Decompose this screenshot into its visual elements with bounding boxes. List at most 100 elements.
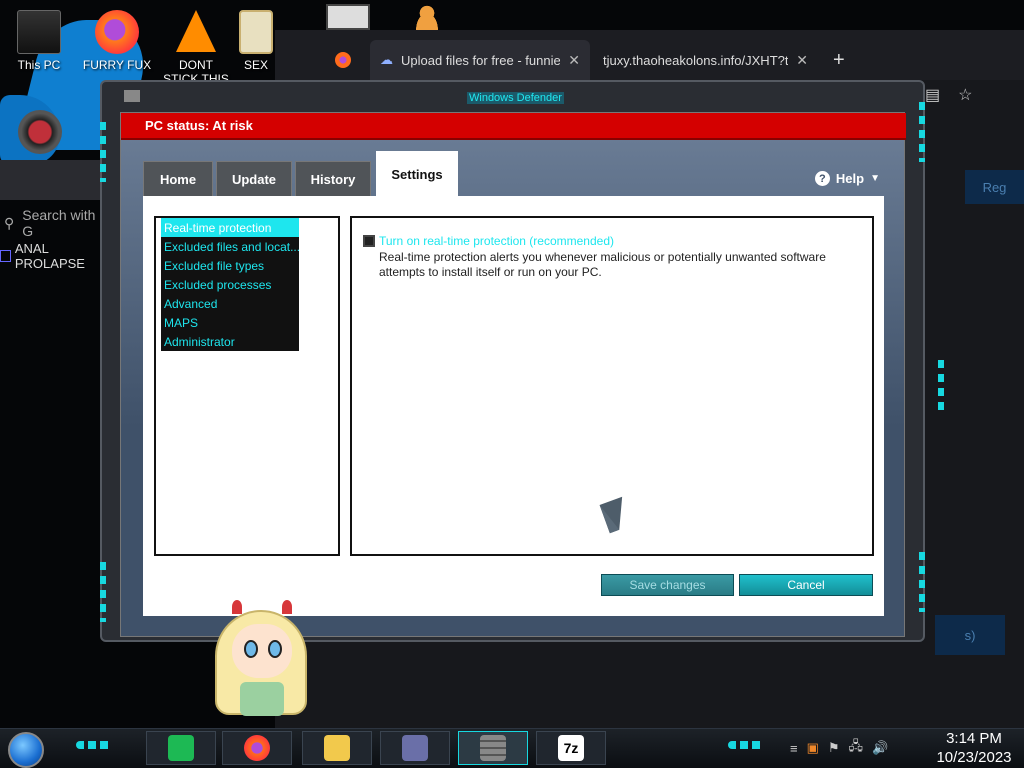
firefox-icon — [335, 52, 351, 68]
tray-chevron-icon[interactable]: ≡ — [790, 741, 798, 756]
desktop-icon-label: SEX — [243, 58, 268, 72]
close-tab-icon[interactable]: ✕ — [796, 52, 808, 69]
tab-upload-files[interactable]: ☁ Upload files for free - funnies.zi ✕ — [370, 40, 590, 80]
window-icon — [124, 90, 140, 102]
status-bar: PC status: At risk — [121, 113, 906, 140]
sidebar-item-maps[interactable]: MAPS — [161, 313, 299, 332]
status-text: PC status: At risk — [145, 118, 253, 133]
taskbar-app-firefox[interactable] — [222, 731, 292, 765]
7zip-icon: 7z — [558, 735, 584, 761]
taskbar-app-file-explorer[interactable] — [302, 731, 372, 765]
star-butterfly-character — [210, 600, 315, 730]
network-icon[interactable]: 🖧 — [849, 737, 864, 759]
realtime-description: Real-time protection alerts you whenever… — [379, 250, 826, 279]
sidebar-item-excluded-types[interactable]: Excluded file types — [161, 256, 299, 275]
tab-title: tjuxy.thaoheakolons.info/JXHT?tag... — [603, 52, 789, 68]
spotify-icon — [168, 735, 194, 761]
new-tab-button[interactable]: + — [823, 40, 853, 80]
red-orb-icon — [18, 110, 62, 154]
behind-search-field[interactable]: ⚲ Search with G — [0, 205, 110, 241]
file-explorer-icon — [324, 735, 350, 761]
taskbar-app-control-panel[interactable] — [380, 731, 450, 765]
save-changes-button[interactable]: Save changes — [601, 574, 734, 596]
result-icon — [0, 250, 11, 262]
devil-horn — [232, 600, 242, 614]
taskbar-decoration — [728, 741, 764, 749]
tray-flag-icon[interactable]: ⚑ — [828, 740, 840, 756]
taskbar-app-spotify[interactable] — [146, 731, 216, 765]
volume-icon[interactable]: 🔊 — [872, 740, 888, 756]
tab-home[interactable]: Home — [143, 161, 213, 197]
reader-view-icon[interactable]: ▤ — [925, 85, 940, 105]
browser-toolbar: ▤ ☆ — [925, 85, 972, 105]
document-icon — [239, 10, 273, 54]
settings-sidebar-list: Real-time protection Excluded files and … — [161, 218, 299, 351]
character-eye — [268, 640, 282, 658]
sidebar-item-realtime-protection[interactable]: Real-time protection — [161, 218, 299, 237]
clock-time: 3:14 PM — [946, 730, 1002, 747]
tab-tjuxy[interactable]: tjuxy.thaoheakolons.info/JXHT?tag... ✕ — [593, 40, 818, 80]
vlc-icon — [176, 10, 216, 52]
browser-tab-bar: ☁ Upload files for free - funnies.zi ✕ t… — [275, 30, 1024, 80]
desktop-icon-this-pc[interactable]: This PC — [4, 10, 74, 72]
close-tab-icon[interactable]: ✕ — [568, 52, 580, 69]
frame-decoration — [919, 552, 925, 612]
screen: This PC FURRY FUX DONT STICK THIS IN YO … — [0, 0, 1024, 768]
tab-firefox[interactable] — [325, 40, 365, 80]
help-label: Help — [835, 171, 865, 186]
sidebar-item-excluded-files[interactable]: Excluded files and locat... — [161, 237, 299, 256]
devil-horn — [282, 600, 292, 614]
chevron-down-icon: ▼ — [870, 173, 880, 184]
result-label: ANAL PROLAPSE — [14, 241, 85, 271]
search-icon: ⚲ — [4, 214, 15, 231]
desktop-icon-label: FURRY FUX — [82, 58, 152, 72]
desktop-icon-ball[interactable] — [16, 110, 64, 158]
frame-decoration — [100, 562, 106, 622]
cloud-icon: ☁ — [380, 52, 393, 67]
desktop-icon-furry-fux[interactable]: FURRY FUX — [82, 10, 152, 72]
tab-update[interactable]: Update — [216, 161, 292, 197]
tray-app-icon[interactable]: ▣ — [807, 740, 819, 756]
frame-decoration — [919, 102, 925, 162]
control-panel-icon — [402, 735, 428, 761]
sidebar-item-administrator[interactable]: Administrator — [161, 332, 299, 351]
behind-s-button[interactable]: s) — [935, 615, 1005, 655]
help-icon: ? — [814, 171, 830, 186]
desktop-icon-dont-stick[interactable]: DONT STICK THIS IN YO — [160, 10, 232, 86]
realtime-checkbox[interactable] — [363, 235, 375, 247]
taskbar-app-firewall[interactable] — [458, 731, 528, 765]
firefox-icon — [95, 10, 139, 54]
user-icon — [410, 4, 444, 30]
frame-decoration — [938, 360, 944, 410]
desktop-icon-sex[interactable]: SEX — [236, 10, 276, 72]
bookmark-star-icon[interactable]: ☆ — [958, 85, 972, 105]
behind-panel — [0, 160, 110, 200]
realtime-label[interactable]: Turn on real-time protection (recommende… — [379, 234, 614, 248]
computer-icon — [17, 10, 61, 54]
character-face — [232, 624, 292, 678]
tab-settings[interactable]: Settings — [376, 151, 458, 197]
start-button[interactable] — [8, 732, 44, 768]
firefox-icon — [244, 735, 270, 761]
search-placeholder: Search with G — [22, 207, 96, 239]
taskbar: 7z ≡ ▣ ⚑ 🖧 🔊 3:14 PM 10/23/2023 — [0, 728, 1024, 768]
behind-reg-button[interactable]: Reg — [965, 170, 1024, 204]
clock-date: 10/23/2023 — [936, 749, 1012, 766]
tab-history[interactable]: History — [295, 161, 371, 197]
terminal-icon — [326, 4, 370, 30]
tab-title: Upload files for free - funnies.zi — [401, 52, 561, 68]
firewall-icon — [480, 735, 506, 761]
character-dress — [240, 682, 284, 716]
character-eye — [244, 640, 258, 658]
clock[interactable]: 3:14 PM 10/23/2023 — [926, 729, 1022, 767]
desktop-icon-label: This PC — [17, 58, 61, 72]
settings-content: Real-time protection Excluded files and … — [143, 196, 884, 616]
settings-sidebar: Real-time protection Excluded files and … — [154, 216, 340, 556]
help-menu[interactable]: ? Help ▼ — [814, 171, 880, 186]
behind-result-item[interactable]: ANAL PROLAPSE — [0, 241, 110, 271]
sidebar-item-advanced[interactable]: Advanced — [161, 294, 299, 313]
taskbar-app-7zip[interactable]: 7z — [536, 731, 606, 765]
window-title: Windows Defender — [467, 92, 564, 104]
sidebar-item-excluded-processes[interactable]: Excluded processes — [161, 275, 299, 294]
cancel-button[interactable]: Cancel — [739, 574, 873, 596]
